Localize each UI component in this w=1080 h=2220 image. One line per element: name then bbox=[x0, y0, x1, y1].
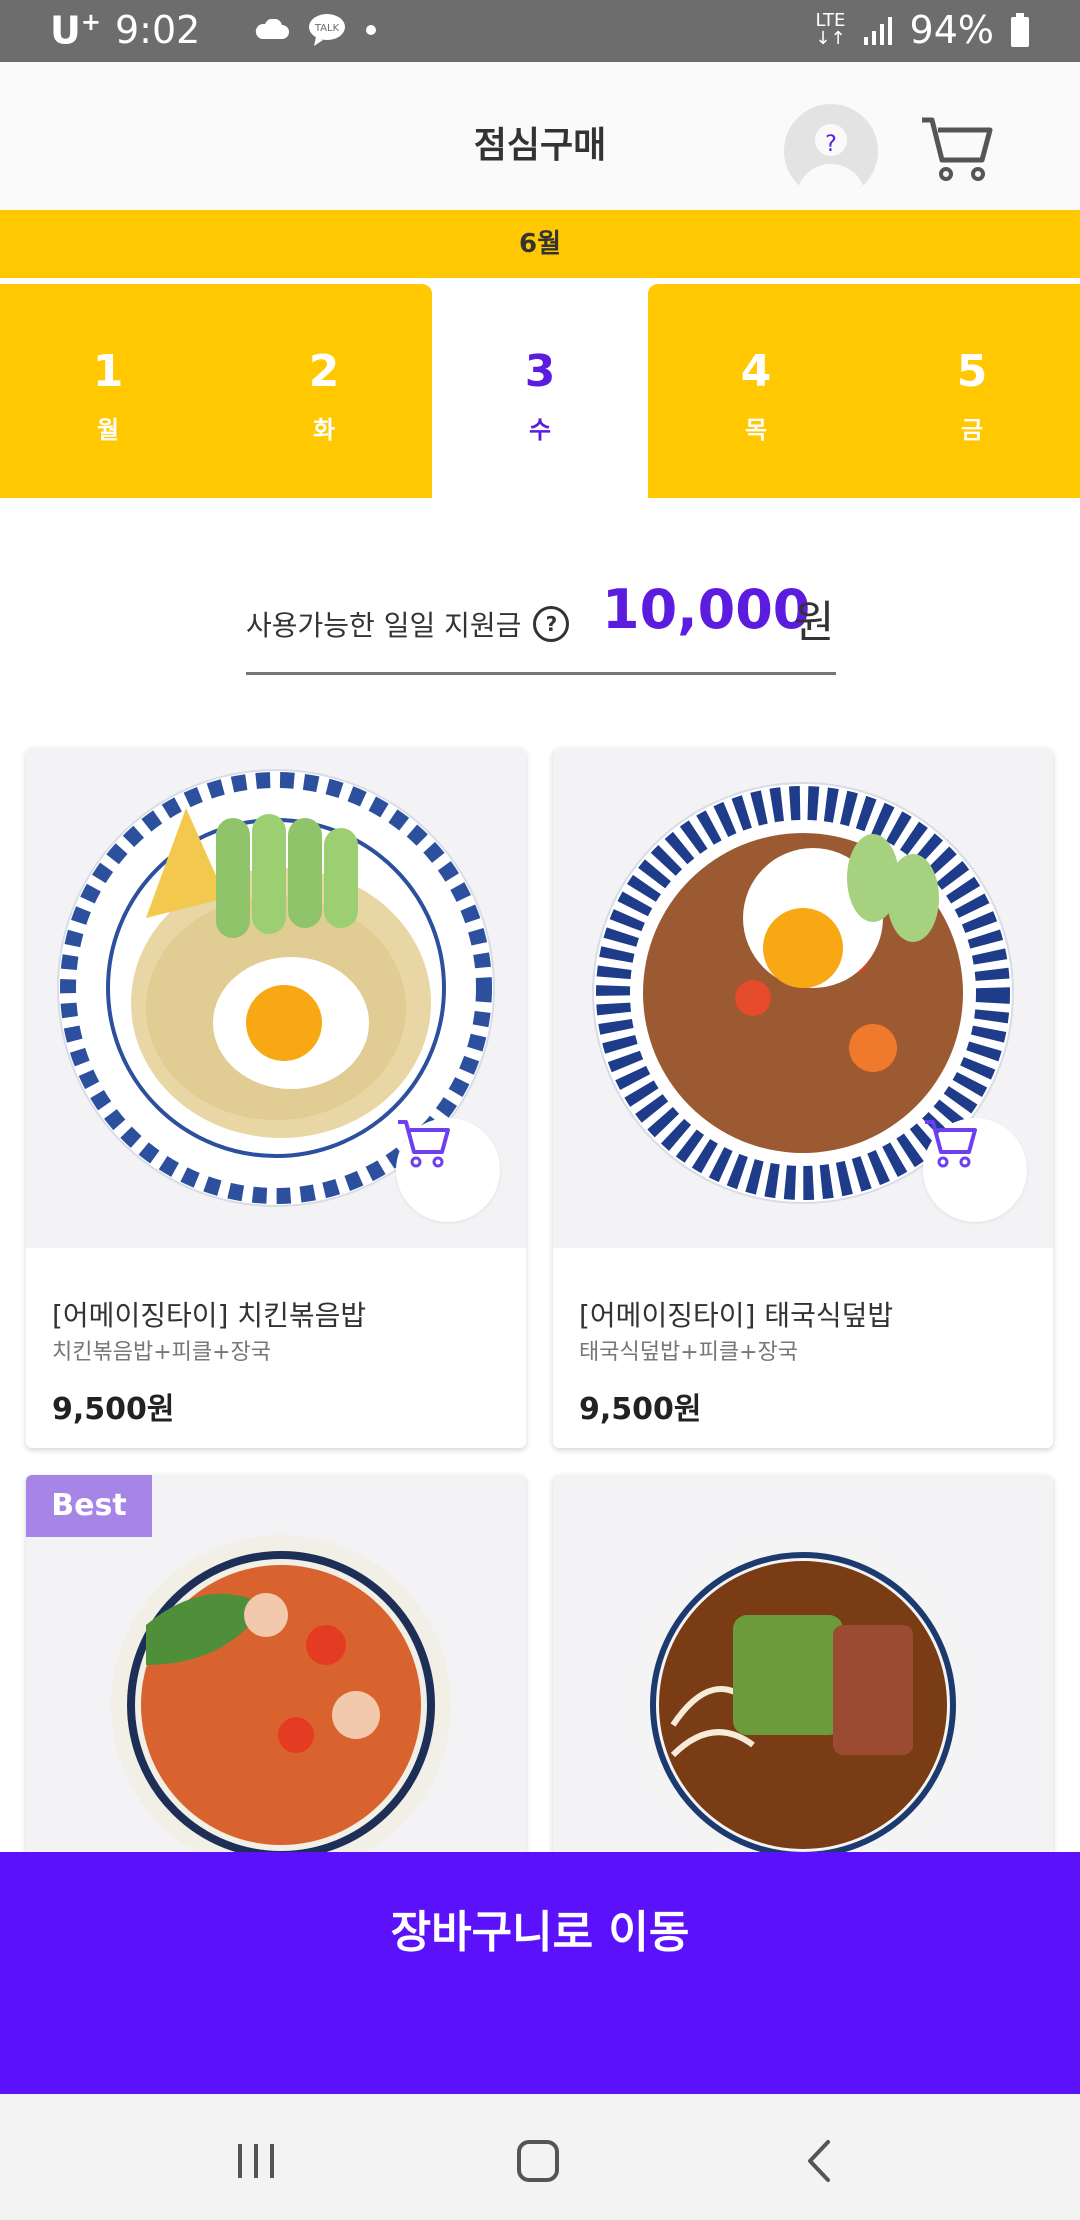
tom-yum-noodle-image bbox=[111, 1535, 451, 1875]
status-time: 9:02 bbox=[114, 8, 201, 53]
allowance-amount: 10,000 bbox=[602, 578, 811, 641]
back-icon[interactable] bbox=[790, 2130, 850, 2190]
menu-item-desc: 치킨볶음밥+피클+장국 bbox=[52, 1340, 272, 1365]
menu-card[interactable]: [어메이징타이] 태국식덮밥 태국식덮밥+피클+장국 9,500원 bbox=[553, 748, 1053, 1448]
cloud-icon bbox=[256, 19, 290, 40]
menu-item-price: 9,500원 bbox=[52, 1392, 175, 1427]
add-to-cart-button[interactable] bbox=[923, 1118, 1027, 1222]
menu-item-name: [어메이징타이] 치킨볶음밥 bbox=[52, 1299, 367, 1332]
cart-icon bbox=[925, 1120, 977, 1168]
recent-apps-icon[interactable] bbox=[226, 2130, 286, 2190]
allowance-unit: 원 bbox=[794, 597, 835, 648]
signal-icon bbox=[863, 17, 892, 45]
svg-text:TALK: TALK bbox=[314, 23, 340, 34]
day-wed-selected[interactable]: 3 수 bbox=[432, 350, 648, 445]
beef-noodle-image bbox=[633, 1535, 973, 1875]
system-nav-bar bbox=[0, 2094, 1080, 2220]
divider bbox=[246, 672, 836, 675]
battery-percent: 94% bbox=[909, 8, 994, 52]
cart-icon[interactable] bbox=[920, 114, 994, 184]
network-type: LTE ↓↑ bbox=[815, 10, 846, 49]
food-photo bbox=[553, 748, 1053, 1248]
battery-icon bbox=[1011, 13, 1029, 47]
home-icon[interactable] bbox=[508, 2130, 568, 2190]
avatar[interactable]: ? bbox=[784, 104, 878, 198]
day-mon[interactable]: 1 월 bbox=[0, 350, 216, 445]
food-photo bbox=[26, 748, 526, 1248]
menu-item-desc: 태국식덮밥+피클+장국 bbox=[579, 1340, 799, 1365]
page-title: 점심구매 bbox=[473, 125, 607, 166]
menu-card[interactable]: Best bbox=[26, 1475, 526, 1895]
day-selector: 1 월 2 화 3 수 4 목 5 금 bbox=[0, 278, 1080, 498]
add-to-cart-button[interactable] bbox=[396, 1118, 500, 1222]
month-label: 6월 bbox=[0, 210, 1080, 278]
go-to-cart-button[interactable]: 장바구니로 이동 bbox=[0, 1852, 1080, 2094]
menu-item-price: 9,500원 bbox=[579, 1392, 702, 1427]
status-bar: U+ 9:02 TALK LTE ↓↑ 94% bbox=[0, 0, 1080, 62]
dot-icon bbox=[366, 25, 377, 36]
day-thu[interactable]: 4 목 bbox=[648, 350, 864, 445]
allowance-label: 사용가능한 일일 지원금 ? bbox=[246, 604, 570, 644]
app-header: 점심구매 ? bbox=[0, 62, 1080, 210]
best-badge: Best bbox=[26, 1475, 152, 1537]
menu-item-name: [어메이징타이] 태국식덮밥 bbox=[579, 1299, 894, 1332]
avatar-question-mark: ? bbox=[825, 132, 837, 157]
go-to-cart-label: 장바구니로 이동 bbox=[390, 1907, 690, 1958]
menu-card[interactable] bbox=[553, 1475, 1053, 1895]
food-photo: Best bbox=[26, 1475, 526, 1895]
kakaotalk-icon: TALK bbox=[309, 14, 346, 47]
food-photo bbox=[553, 1475, 1053, 1895]
carrier-label: U+ bbox=[50, 8, 101, 53]
help-icon[interactable]: ? bbox=[533, 606, 570, 642]
day-fri[interactable]: 5 금 bbox=[864, 350, 1080, 445]
cart-icon bbox=[398, 1120, 450, 1168]
menu-card[interactable]: [어메이징타이] 치킨볶음밥 치킨볶음밥+피클+장국 9,500원 bbox=[26, 748, 526, 1448]
day-tue[interactable]: 2 화 bbox=[216, 350, 432, 445]
